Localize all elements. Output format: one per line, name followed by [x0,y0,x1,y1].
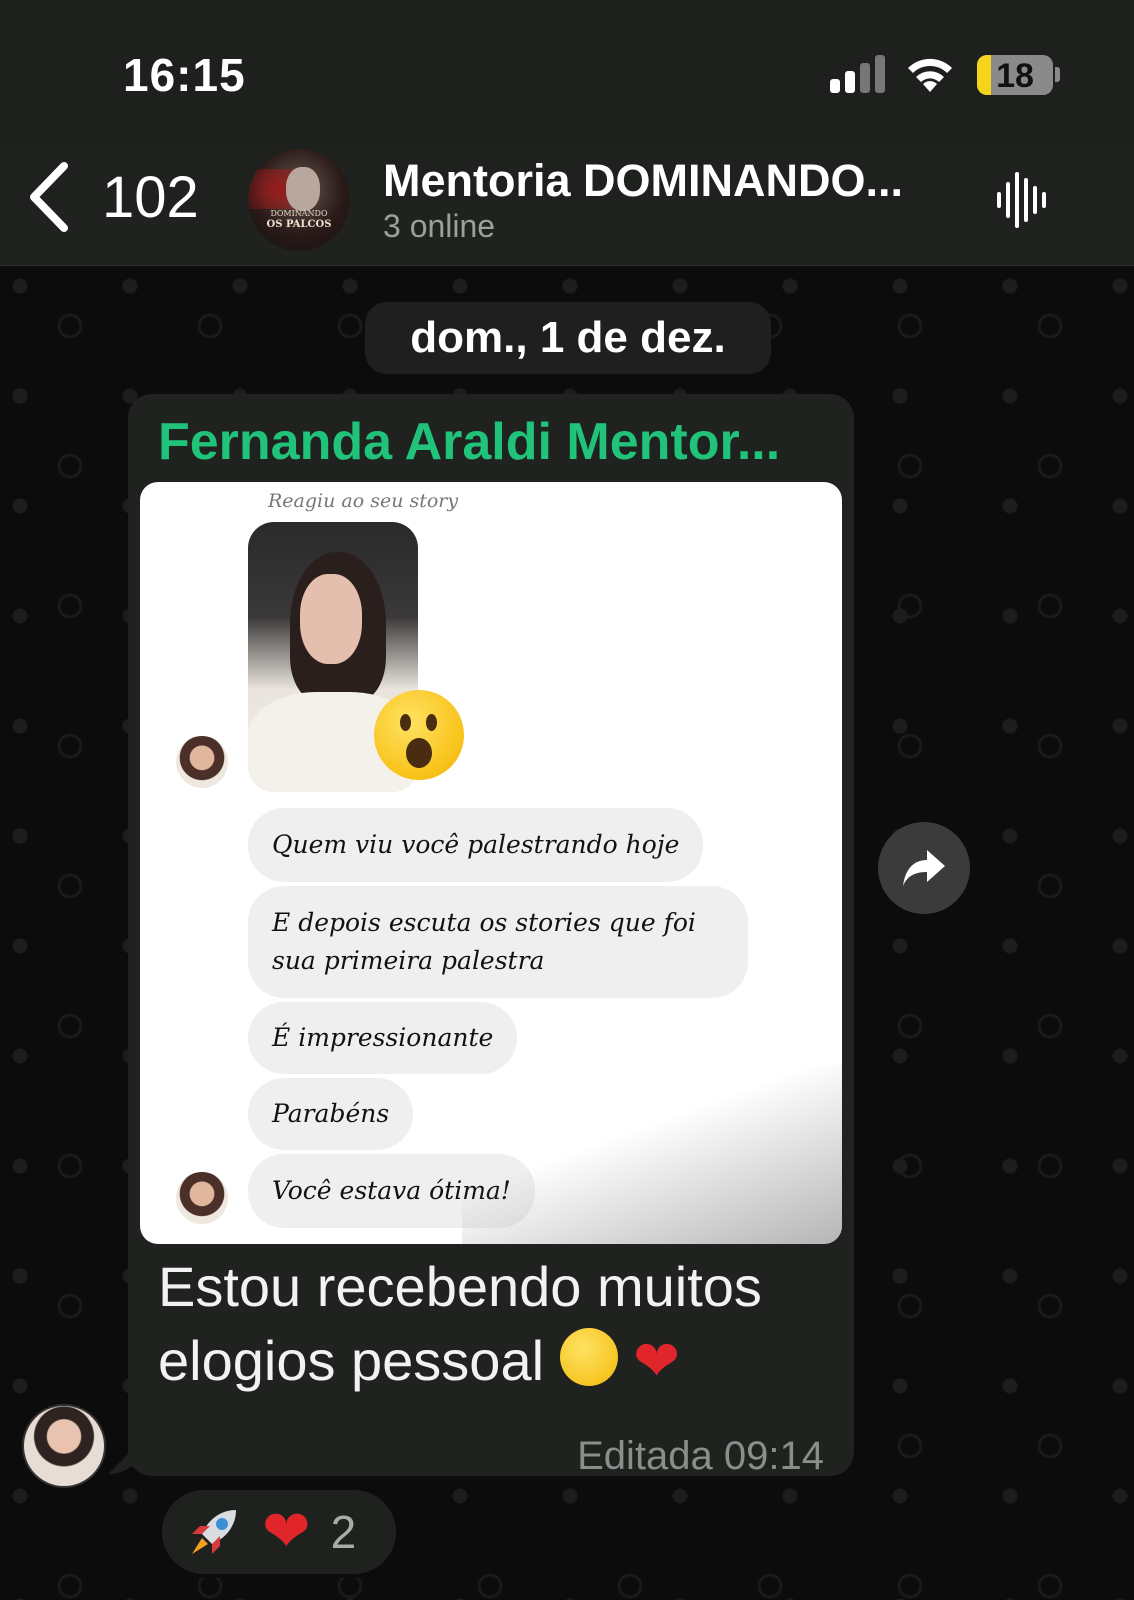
dm-message: E depois escuta os stories que foi sua p… [248,886,748,998]
unread-count: 102 [102,164,199,230]
edited-label: Editada [577,1434,713,1478]
battery-indicator: 18 [977,55,1053,95]
status-time: 16:15 [123,49,246,101]
battery-nub [1055,67,1060,82]
story-caption: Reagiu ao seu story [268,490,459,512]
cellular-signal-icon [830,55,885,93]
message-bubble[interactable]: Fernanda Araldi Mentor... Reagiu ao seu … [128,394,854,1479]
chevron-left-icon [30,162,68,232]
battery-level: 18 [996,57,1034,95]
rocket-icon [192,1510,236,1554]
message-time: 09:14 [723,1434,824,1478]
chat-area[interactable]: dom., 1 de dez. Fernanda Araldi Mentor..… [0,266,1134,1600]
reaction-count: 2 [330,1506,357,1558]
dm-message: Parabéns [248,1078,414,1150]
dm-avatar [176,736,228,788]
back-button[interactable]: 102 [26,160,206,234]
reactions-pill[interactable]: ❤ 2 [158,1486,400,1578]
audio-waveform-icon[interactable] [995,170,1051,230]
emoji-eye [400,714,411,731]
group-online-status: 3 online [383,208,496,244]
heart-reaction-icon: ❤ [262,1499,311,1564]
emoji-mouth [406,738,432,768]
chat-header: 16:15 18 102 DOMINANDO OS PALCOS Mentori… [0,0,1134,266]
emoji-eye [426,714,437,731]
date-separator: dom., 1 de dez. [365,302,771,374]
image-fade [462,1064,842,1244]
forward-arrow-icon [903,850,945,886]
message-text-block: Estou recebendo muitos elogios pessoal ❤ [158,1250,838,1398]
sender-name[interactable]: Fernanda Araldi Mentor... [158,412,780,472]
pleading-face-icon [559,1328,618,1386]
attached-screenshot[interactable]: Reagiu ao seu story Quem viu você palest… [140,482,842,1244]
avatar-figure [286,167,320,211]
group-avatar[interactable]: DOMINANDO OS PALCOS [248,149,350,251]
surprised-emoji-icon [374,690,464,780]
dm-message: Quem viu você palestrando hoje [248,808,704,882]
wifi-icon [908,58,952,92]
thumb-face [300,574,362,664]
message-meta: Editada 09:14 [577,1434,824,1479]
sender-avatar[interactable] [22,1404,106,1488]
heart-icon: ❤ [633,1329,681,1392]
avatar-text-bottom: OS PALCOS [266,219,332,230]
avatar-text-top: DOMINANDO [270,209,328,218]
group-name[interactable]: Mentoria DOMINANDO... [383,155,903,207]
dm-avatar [176,1172,228,1224]
forward-button[interactable] [878,822,970,914]
